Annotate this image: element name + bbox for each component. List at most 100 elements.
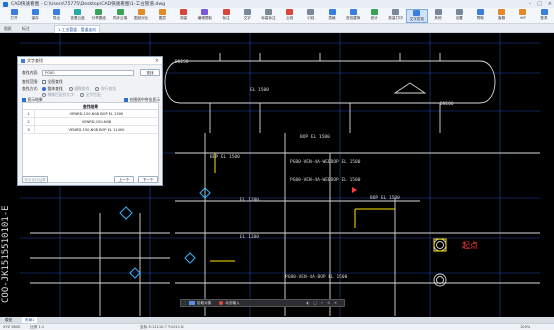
ribbon-button-label: 登录 — [540, 16, 548, 20]
status-coords: XYZ 9800 — [3, 325, 21, 329]
ribbon-button-label: 标高标注 — [261, 16, 276, 20]
search-label: 查找内容: — [22, 69, 39, 75]
ribbon-button[interactable]: 文字 — [236, 9, 258, 23]
ribbon-button[interactable]: 标高标注 — [257, 9, 279, 23]
dynamic-input-icon — [219, 301, 224, 305]
close-icon[interactable]: × — [548, 1, 552, 7]
results-table: 查找结果 1 VENRD-150-N08 BOP EL 1500 2 VENRD-1… — [22, 102, 159, 183]
service-icon — [498, 9, 506, 15]
share-icon — [95, 9, 103, 15]
ribbon-button[interactable]: 保存 — [24, 9, 46, 23]
ribbon-button[interactable]: 查看云盘 — [67, 9, 89, 23]
mode-radio-fuzzy[interactable] — [68, 87, 73, 91]
ribbon-button-label: 设置 — [455, 16, 463, 20]
search-button[interactable]: 查找 — [140, 69, 160, 76]
scope-checkbox[interactable] — [42, 80, 46, 84]
ribbon-button-label: 引线 — [307, 16, 315, 20]
ribbon-button[interactable]: 客服 — [491, 9, 513, 23]
next-button[interactable]: 下一个 — [138, 176, 158, 183]
row-number: 2 — [23, 118, 35, 125]
mode-radio-whole[interactable] — [42, 87, 46, 91]
tab-annotation[interactable]: 标注 — [22, 25, 30, 33]
more-icon — [434, 9, 442, 15]
ribbon-button[interactable]: 标注 — [215, 9, 237, 23]
drawing-label: BOP EL 1500 — [300, 134, 330, 140]
table-row[interactable]: 1 VENRD-150-N08 BOP EL 1500 — [23, 110, 158, 118]
drawing-label: DN150 — [175, 59, 189, 65]
ribbon-button-label: 图层 — [158, 16, 166, 20]
command-item[interactable]: 动态输入 — [225, 301, 239, 306]
ribbon-button[interactable]: 图纸对比 — [130, 9, 152, 23]
title-bar: CAD快速看图 - C:\Users\75775\Desktop\CAD快速看图… — [0, 0, 554, 8]
ribbon-button[interactable]: 设置 — [448, 9, 470, 23]
elevation-icon — [264, 9, 272, 15]
mode-radio-line[interactable] — [95, 87, 100, 91]
ribbon-button[interactable]: 查找替换 — [342, 9, 364, 23]
row-value: VENRD-150-N08 — [81, 120, 112, 124]
drawing-label: DN100 — [440, 101, 454, 107]
maximize-icon[interactable]: □ — [537, 1, 542, 7]
mode-label: 查找方式: — [22, 86, 39, 91]
ribbon-button-label: 测量 — [180, 16, 188, 20]
row-value: VENRD-150-N08 BOP EL 1500 — [69, 112, 124, 116]
window-controls: – □ × — [529, 0, 552, 8]
tab-current-file[interactable]: 1-工业管道 - 管道走向 — [54, 25, 100, 33]
prev-button[interactable]: 上一个 — [114, 176, 134, 183]
ribbon-button[interactable]: VIP — [512, 9, 534, 23]
ribbon-button[interactable]: 云线 — [279, 9, 301, 23]
ribbon-button[interactable]: 同步云端 — [109, 9, 131, 23]
app-logo-icon — [3, 1, 8, 7]
pick-icon — [189, 301, 195, 305]
ribbon-button[interactable]: 表格 — [321, 9, 343, 23]
drawing-label: PG80-VEN-4A-BOP EL 1500 — [285, 274, 348, 280]
ribbon-button-label: 批量打印 — [388, 16, 403, 20]
zoom-level[interactable]: 100% — [520, 325, 530, 329]
command-tools[interactable]: ◐▢⌖⟲✕ — [306, 301, 341, 305]
ribbon-button[interactable]: 其他 — [427, 9, 449, 23]
search-input[interactable]: PG80 — [42, 69, 134, 76]
ribbon-button[interactable]: 文字查找 — [405, 9, 428, 23]
ribbon-button-label: 打开 — [10, 16, 18, 20]
ribbon-button[interactable]: 导出 — [45, 9, 67, 23]
ribbon-button[interactable]: 编辑提取 — [194, 9, 216, 23]
close-icon[interactable]: × — [155, 58, 159, 64]
row-value: VENRD-150-N08 BOP EL 11400 — [68, 128, 125, 132]
drawing-label: COO-JK1515510101-E — [1, 205, 11, 303]
ribbon-button-label: 文字查找 — [409, 17, 424, 21]
ribbon-button[interactable]: 图层 — [151, 9, 173, 23]
ribbon-button-label: 保存 — [31, 16, 39, 20]
save-icon — [31, 9, 39, 15]
ribbon-button-label: 云线 — [286, 16, 294, 20]
drag-handle-icon[interactable]: ⋮ — [181, 301, 189, 305]
search-row: 查找内容: PG80 查找 — [22, 69, 160, 76]
ribbon-button[interactable]: 批量打印 — [385, 9, 407, 23]
ribbon-button[interactable]: 分享图纸 — [88, 9, 110, 23]
tab-drawing[interactable]: 图纸 — [4, 25, 12, 33]
drawing-label: EL 1500 — [250, 87, 269, 93]
scope-row: 查找范围: 全图查找 — [22, 79, 69, 85]
document-tabs: 图纸 标注 1-工业管道 - 管道走向 — [0, 24, 554, 33]
ribbon-button[interactable]: 引线 — [300, 9, 322, 23]
export-icon — [52, 9, 60, 15]
command-item[interactable]: 拾取对象 — [197, 301, 211, 306]
drawing-label: BOP EL 1500 — [210, 154, 240, 160]
text-search-icon — [413, 10, 421, 16]
ribbon-button[interactable]: 打开 — [3, 9, 25, 23]
minimize-icon[interactable]: – — [529, 1, 532, 7]
print-icon — [392, 9, 400, 15]
table-row[interactable]: 2 VENRD-150-N08 — [23, 118, 158, 126]
ribbon-button[interactable]: 登录 — [533, 9, 554, 23]
ribbon-button[interactable]: 帮助 — [469, 9, 491, 23]
drawing-label: EL 1200 — [240, 234, 259, 240]
ribbon-button[interactable]: 统计 — [363, 9, 385, 23]
export-results-button[interactable]: 导出查找结果 — [22, 176, 48, 183]
table-row[interactable]: 3 VENRD-150-N08 BOP EL 11400 — [23, 126, 158, 134]
ribbon-button-label: 标注 — [222, 16, 230, 20]
layers-icon — [158, 9, 166, 15]
ribbon-toolbar: 打开 保存 导出 查看云盘 分享图纸 同步云端 图纸对比 图层 测量 编辑提取 标注 文字 标高标注 云线… — [0, 8, 554, 24]
ribbon-button-label: 其他 — [434, 16, 442, 20]
help-icon — [476, 9, 484, 15]
dialog-title: 文字查找 — [27, 57, 43, 63]
ribbon-button-label: 分享图纸 — [91, 16, 106, 20]
ribbon-button[interactable]: 测量 — [173, 9, 195, 23]
